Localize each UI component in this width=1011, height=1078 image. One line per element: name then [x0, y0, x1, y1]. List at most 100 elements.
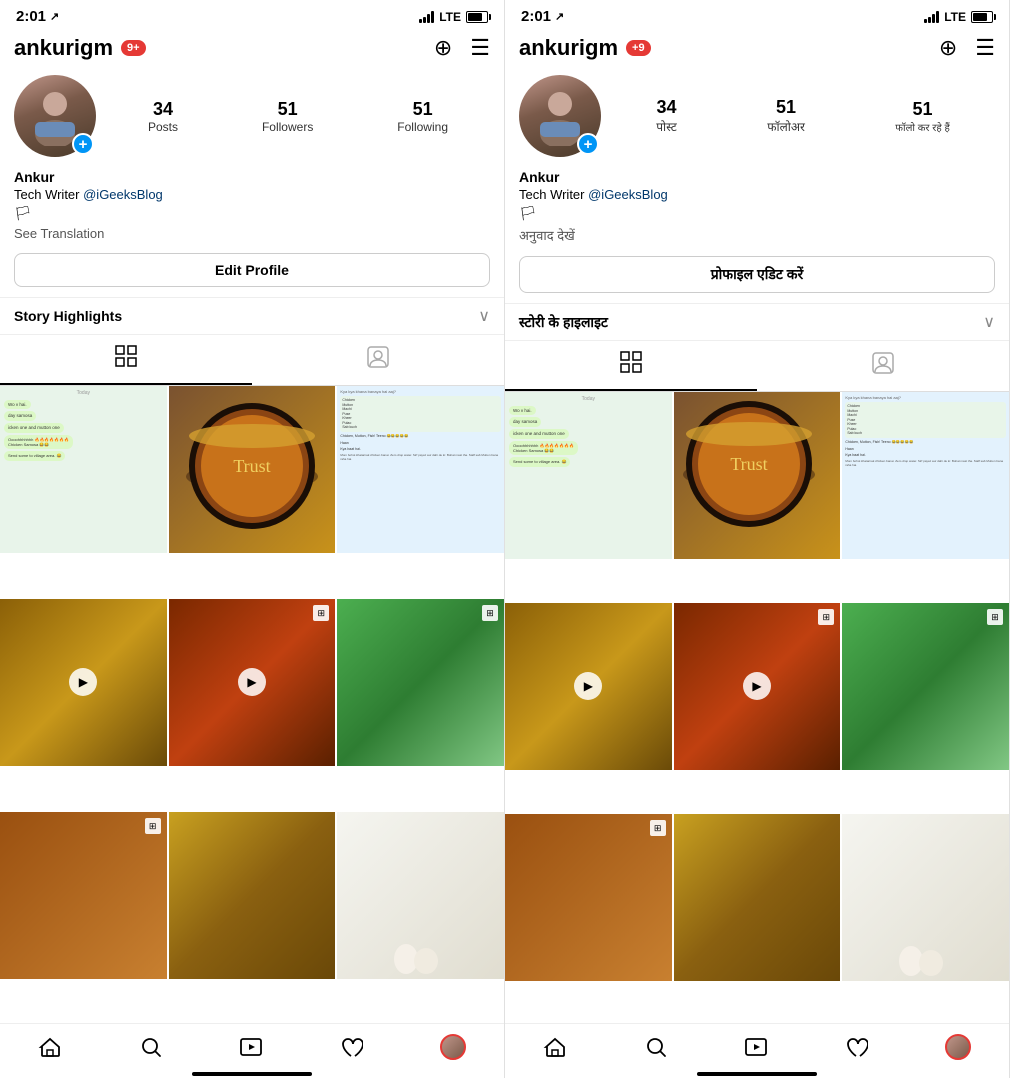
- add-post-icon-2[interactable]: ⊕: [939, 35, 957, 61]
- multi-icon-7: ⊞: [145, 818, 161, 834]
- story-highlights-1[interactable]: Story Highlights ∨: [0, 297, 504, 334]
- status-bar-1: 2:01 ↗ LTE: [0, 0, 504, 29]
- home-indicator-1: [192, 1072, 312, 1076]
- battery-1: [466, 11, 488, 23]
- photo-cell-2-6[interactable]: ⊞: [842, 603, 1009, 770]
- username-2: ankurigm: [519, 35, 618, 61]
- nav-heart-2[interactable]: [844, 1035, 868, 1059]
- photo-cell-2[interactable]: Trust: [169, 386, 336, 553]
- menu-icon-1[interactable]: ☰: [470, 35, 490, 61]
- bio-link-2[interactable]: @iGeeksBlog: [588, 187, 668, 202]
- nav-reels-2[interactable]: [744, 1035, 768, 1059]
- tagged-tab-2[interactable]: [757, 341, 1009, 391]
- home-indicator-2: [697, 1072, 817, 1076]
- signal-bars-1: [419, 11, 434, 23]
- edit-profile-button-1[interactable]: Edit Profile: [14, 253, 490, 287]
- stat-followers-2[interactable]: 51 फॉलोअर: [767, 97, 805, 135]
- add-post-icon-1[interactable]: ⊕: [434, 35, 452, 61]
- bio-flag-1: 🏳: [14, 205, 490, 222]
- nav-home-2[interactable]: [543, 1035, 567, 1059]
- photo-cell-7[interactable]: ⊞: [0, 812, 167, 979]
- person-icon-1: [367, 346, 389, 374]
- chevron-down-icon-2: ∨: [983, 312, 995, 332]
- profile-section-1: + 34 Posts 51 Followers 51 Following: [0, 69, 504, 167]
- posts-label-2: पोस्ट: [656, 118, 677, 135]
- nav-profile-2[interactable]: [945, 1034, 971, 1060]
- person-icon-2: [872, 352, 894, 380]
- tab-bar-1: [0, 334, 504, 386]
- nav-profile-1[interactable]: [440, 1034, 466, 1060]
- multi-icon-5: ⊞: [313, 605, 329, 621]
- header-2: ankurigm +9 ⊕ ☰: [505, 29, 1009, 69]
- stat-posts-1[interactable]: 34 Posts: [148, 99, 178, 134]
- chevron-down-icon-1: ∨: [478, 306, 490, 326]
- username-1: ankurigm: [14, 35, 113, 61]
- multi-icon-6: ⊞: [482, 605, 498, 621]
- photo-cell-9[interactable]: [337, 812, 504, 979]
- photo-cell-5[interactable]: ▶ ⊞: [169, 599, 336, 766]
- svg-text:Trust: Trust: [233, 456, 270, 476]
- stat-following-2[interactable]: 51 फॉलो कर रहे हैं: [895, 99, 950, 134]
- nav-avatar-1: [440, 1034, 466, 1060]
- username-area-2: ankurigm +9: [519, 35, 651, 61]
- multi-icon-2-6: ⊞: [987, 609, 1003, 625]
- photo-cell-2-2[interactable]: Trust: [674, 392, 841, 559]
- photo-cell-2-5[interactable]: ▶ ⊞: [674, 603, 841, 770]
- grid-icon-2: [620, 351, 642, 379]
- tab-bar-2: [505, 340, 1009, 392]
- phone-1: 2:01 ↗ LTE ankurigm 9+ ⊕ ☰: [0, 0, 505, 1078]
- see-translation-1[interactable]: See Translation: [14, 226, 490, 241]
- photo-cell-8[interactable]: [169, 812, 336, 979]
- photo-cell-2-9[interactable]: [842, 814, 1009, 981]
- photo-cell-2-3[interactable]: Kya kya khana banaya hai aaj? ChickenMut…: [842, 392, 1009, 559]
- bio-line-1: Tech Writer @iGeeksBlog: [14, 187, 490, 202]
- svg-text:Trust: Trust: [730, 454, 767, 474]
- add-story-button-1[interactable]: +: [72, 133, 94, 155]
- nav-heart-1[interactable]: [339, 1035, 363, 1059]
- menu-icon-2[interactable]: ☰: [975, 35, 995, 61]
- photo-cell-2-8[interactable]: [674, 814, 841, 981]
- stat-posts-2[interactable]: 34 पोस्ट: [656, 97, 677, 135]
- photo-cell-3[interactable]: Kya kya khana banaya hai aaj? ChickenMut…: [337, 386, 504, 553]
- lte-2: LTE: [944, 10, 966, 24]
- followers-label-1: Followers: [262, 120, 313, 134]
- grid-tab-2[interactable]: [505, 341, 757, 391]
- status-arrow-1: ↗: [50, 10, 59, 23]
- photo-cell-2-1[interactable]: Today Wo v hai. day samosa icken one and…: [505, 392, 672, 559]
- stat-following-1[interactable]: 51 Following: [397, 99, 448, 134]
- photo-cell-4[interactable]: ▶: [0, 599, 167, 766]
- tagged-tab-1[interactable]: [252, 335, 504, 385]
- bottom-nav-2: [505, 1023, 1009, 1066]
- signal-bars-2: [924, 11, 939, 23]
- followers-label-2: फॉलोअर: [767, 118, 805, 135]
- story-highlights-2[interactable]: स्टोरी के हाइलाइट ∨: [505, 303, 1009, 340]
- photo-overlay-2-5: ⊞: [818, 609, 834, 625]
- stat-followers-1[interactable]: 51 Followers: [262, 99, 313, 134]
- photo-cell-1[interactable]: Today Wo v hai. day samosa icken one and…: [0, 386, 167, 553]
- play-icon-4: ▶: [69, 668, 97, 696]
- edit-profile-button-2[interactable]: प्रोफाइल एडिट करें: [519, 256, 995, 293]
- bio-link-1[interactable]: @iGeeksBlog: [83, 187, 163, 202]
- notif-badge-2[interactable]: +9: [626, 40, 651, 56]
- grid-icon-1: [115, 345, 137, 373]
- photo-overlay-6: ⊞: [482, 605, 498, 621]
- avatar-wrap-1: +: [14, 75, 96, 157]
- nav-home-1[interactable]: [38, 1035, 62, 1059]
- grid-tab-1[interactable]: [0, 335, 252, 385]
- status-arrow-2: ↗: [555, 10, 564, 23]
- nav-reels-1[interactable]: [239, 1035, 263, 1059]
- status-bar-2: 2:01 ↗ LTE: [505, 0, 1009, 29]
- photo-cell-2-7[interactable]: ⊞: [505, 814, 672, 981]
- photo-cell-2-4[interactable]: ▶: [505, 603, 672, 770]
- nav-search-2[interactable]: [644, 1035, 668, 1059]
- photo-grid-1: Today Wo v hai. day samosa icken one and…: [0, 386, 504, 1023]
- add-story-button-2[interactable]: +: [577, 133, 599, 155]
- notif-badge-1[interactable]: 9+: [121, 40, 146, 56]
- nav-search-1[interactable]: [139, 1035, 163, 1059]
- play-icon-2-4: ▶: [574, 672, 602, 700]
- bio-flag-2: 🏳: [519, 205, 995, 222]
- see-translation-2[interactable]: अनुवाद देखें: [519, 226, 995, 244]
- photo-overlay-2-7: ⊞: [650, 820, 666, 836]
- stats-area-2: 34 पोस्ट 51 फॉलोअर 51 फॉलो कर रहे हैं: [611, 97, 995, 135]
- photo-cell-6[interactable]: ⊞: [337, 599, 504, 766]
